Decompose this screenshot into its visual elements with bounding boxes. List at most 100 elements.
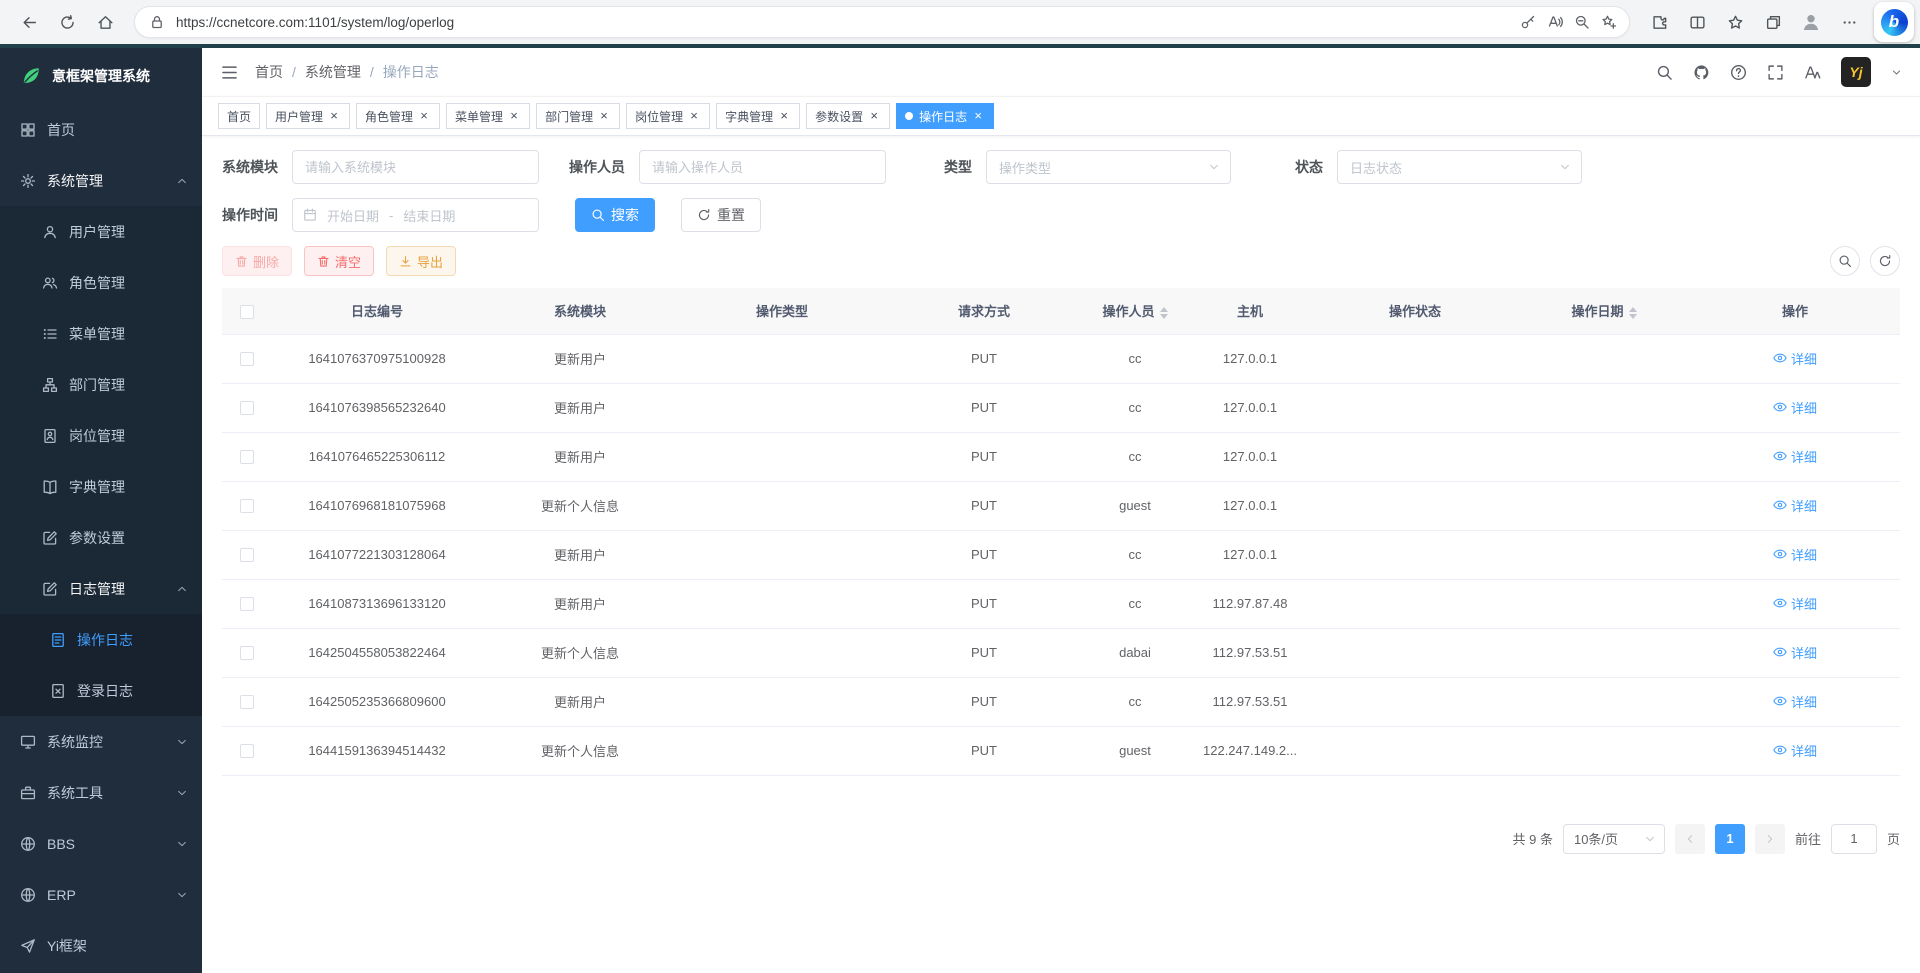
tab[interactable]: 用户管理 × xyxy=(266,103,350,129)
detail-link[interactable]: 详细 xyxy=(1773,447,1817,466)
chevron-down-icon[interactable] xyxy=(1891,67,1902,78)
search-icon[interactable] xyxy=(1656,64,1673,81)
collections-icon[interactable] xyxy=(1756,5,1790,39)
browser-address-bar[interactable]: https://ccnetcore.com:1101/system/log/op… xyxy=(134,6,1630,38)
page-size-select[interactable]: 10条/页 xyxy=(1563,824,1665,854)
sidebar-item-roles[interactable]: 角色管理 xyxy=(0,257,202,308)
sidebar-item-login-log[interactable]: 登录日志 xyxy=(0,665,202,716)
browser-back-button[interactable] xyxy=(12,5,46,39)
table-search-toggle-button[interactable] xyxy=(1830,246,1860,276)
fullscreen-icon[interactable] xyxy=(1767,64,1784,81)
tab-close-icon[interactable]: × xyxy=(971,109,985,123)
sidebar-item-home[interactable]: 首页 xyxy=(0,104,202,155)
github-icon[interactable] xyxy=(1693,64,1710,81)
browser-profile-avatar[interactable] xyxy=(1794,5,1828,39)
tab-close-icon[interactable]: × xyxy=(867,109,881,123)
favorites-bar-icon[interactable] xyxy=(1718,5,1752,39)
read-aloud-icon[interactable] xyxy=(1547,14,1563,30)
clear-button[interactable]: 清空 xyxy=(304,246,374,276)
status-select[interactable]: 日志状态 xyxy=(1337,150,1582,184)
help-icon[interactable] xyxy=(1730,64,1747,81)
row-checkbox[interactable] xyxy=(240,499,254,513)
row-checkbox[interactable] xyxy=(240,597,254,611)
type-select[interactable]: 操作类型 xyxy=(986,150,1231,184)
export-button[interactable]: 导出 xyxy=(386,246,456,276)
bing-copilot-icon[interactable]: b xyxy=(1874,2,1914,42)
sidebar-item-dictionary[interactable]: 字典管理 xyxy=(0,461,202,512)
col-operator[interactable]: 操作人员 xyxy=(1082,288,1188,334)
pagination-prev-button[interactable] xyxy=(1675,824,1705,854)
font-size-icon[interactable] xyxy=(1804,64,1821,81)
detail-link[interactable]: 详细 xyxy=(1773,496,1817,515)
tab-close-icon[interactable]: × xyxy=(597,109,611,123)
detail-link[interactable]: 详细 xyxy=(1773,643,1817,662)
pagination-goto-input[interactable] xyxy=(1831,824,1877,854)
detail-link[interactable]: 详细 xyxy=(1773,349,1817,368)
sidebar-item-yi-framework[interactable]: Yi框架 xyxy=(0,920,202,971)
password-key-icon[interactable] xyxy=(1520,14,1536,30)
browser-menu-ellipsis-icon[interactable] xyxy=(1832,5,1866,39)
sidebar-item-parameters[interactable]: 参数设置 xyxy=(0,512,202,563)
col-date[interactable]: 操作日期 xyxy=(1518,288,1690,334)
select-all-checkbox[interactable] xyxy=(240,305,254,319)
sidebar-item-operation-log[interactable]: 操作日志 xyxy=(0,614,202,665)
delete-button[interactable]: 删除 xyxy=(222,246,292,276)
sort-icons[interactable] xyxy=(1629,307,1637,319)
row-checkbox[interactable] xyxy=(240,450,254,464)
date-range-picker[interactable]: 开始日期 - 结束日期 xyxy=(292,198,539,232)
sidebar-item-system[interactable]: 系统管理 xyxy=(0,155,202,206)
detail-link[interactable]: 详细 xyxy=(1773,398,1817,417)
search-button[interactable]: 搜索 xyxy=(575,198,655,232)
row-checkbox[interactable] xyxy=(240,352,254,366)
tab[interactable]: 参数设置 × xyxy=(806,103,890,129)
table-refresh-button[interactable] xyxy=(1870,246,1900,276)
operator-input[interactable] xyxy=(639,150,886,184)
pagination-next-button[interactable] xyxy=(1755,824,1785,854)
browser-home-button[interactable] xyxy=(88,5,122,39)
sidebar-item-departments[interactable]: 部门管理 xyxy=(0,359,202,410)
zoom-out-icon[interactable] xyxy=(1574,14,1590,30)
sidebar-item-users[interactable]: 用户管理 xyxy=(0,206,202,257)
module-input[interactable] xyxy=(292,150,539,184)
tab[interactable]: 字典管理 × xyxy=(716,103,800,129)
sidebar-item-bbs[interactable]: BBS xyxy=(0,818,202,869)
sidebar-item-posts[interactable]: 岗位管理 xyxy=(0,410,202,461)
row-checkbox[interactable] xyxy=(240,548,254,562)
sidebar-item-log-management[interactable]: 日志管理 xyxy=(0,563,202,614)
reset-button[interactable]: 重置 xyxy=(681,198,761,232)
tab[interactable]: 岗位管理 × xyxy=(626,103,710,129)
tab-close-icon[interactable]: × xyxy=(687,109,701,123)
sort-icons[interactable] xyxy=(1160,307,1168,319)
detail-link[interactable]: 详细 xyxy=(1773,741,1817,760)
pagination-page-1[interactable]: 1 xyxy=(1715,824,1745,854)
sidebar-item-tools[interactable]: 系统工具 xyxy=(0,767,202,818)
tab-close-icon[interactable]: × xyxy=(327,109,341,123)
tab[interactable]: 部门管理 × xyxy=(536,103,620,129)
sidebar-item-erp[interactable]: ERP xyxy=(0,869,202,920)
tab[interactable]: 操作日志 × xyxy=(896,103,994,129)
breadcrumb-item[interactable]: 首页 xyxy=(255,62,283,82)
detail-link[interactable]: 详细 xyxy=(1773,594,1817,613)
tab-close-icon[interactable]: × xyxy=(507,109,521,123)
tab[interactable]: 首页 xyxy=(218,103,260,129)
row-checkbox[interactable] xyxy=(240,401,254,415)
row-checkbox[interactable] xyxy=(240,744,254,758)
detail-link[interactable]: 详细 xyxy=(1773,545,1817,564)
browser-refresh-button[interactable] xyxy=(50,5,84,39)
hamburger-icon[interactable] xyxy=(220,63,239,82)
sidebar-item-monitoring[interactable]: 系统监控 xyxy=(0,716,202,767)
tab-close-icon[interactable]: × xyxy=(417,109,431,123)
url-text[interactable]: https://ccnetcore.com:1101/system/log/op… xyxy=(176,15,1509,30)
breadcrumb-item[interactable]: 系统管理 xyxy=(305,62,361,82)
tab-close-icon[interactable]: × xyxy=(777,109,791,123)
split-screen-icon[interactable] xyxy=(1680,5,1714,39)
tab[interactable]: 角色管理 × xyxy=(356,103,440,129)
user-avatar[interactable]: Yj xyxy=(1841,57,1871,87)
sidebar-item-menus[interactable]: 菜单管理 xyxy=(0,308,202,359)
row-checkbox[interactable] xyxy=(240,695,254,709)
extensions-puzzle-icon[interactable] xyxy=(1642,5,1676,39)
detail-link[interactable]: 详细 xyxy=(1773,692,1817,711)
add-favorite-star-icon[interactable] xyxy=(1601,14,1617,30)
tab[interactable]: 菜单管理 × xyxy=(446,103,530,129)
row-checkbox[interactable] xyxy=(240,646,254,660)
